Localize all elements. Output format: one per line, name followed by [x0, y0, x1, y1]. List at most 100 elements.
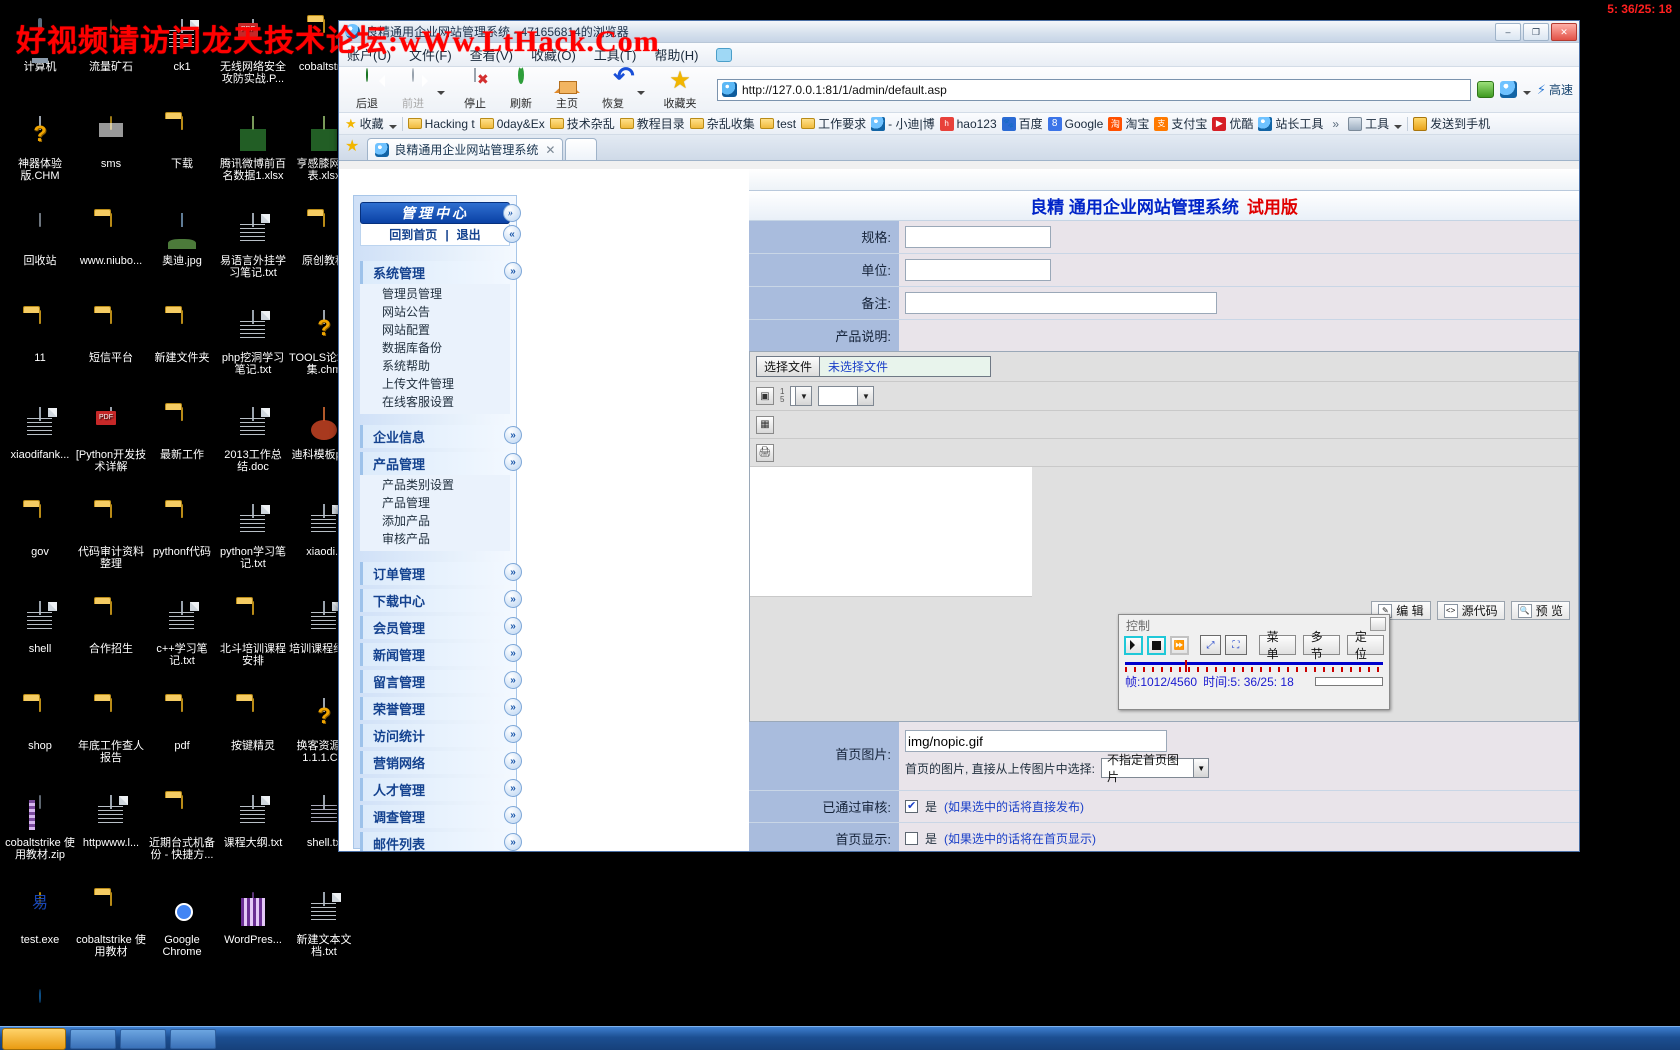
- hispeed-toggle[interactable]: ⚡ 高速: [1537, 81, 1573, 98]
- sidebar-item-product-manage[interactable]: 产品管理: [360, 494, 510, 512]
- desktop-icon[interactable]: 年底工作查人报告: [75, 698, 147, 764]
- fast-forward-button[interactable]: ⏩: [1169, 635, 1189, 655]
- link-webmaster-tools[interactable]: 站长工具: [1258, 115, 1323, 132]
- sidebar-item-product-category[interactable]: 产品类别设置: [360, 476, 510, 494]
- insert-image-icon[interactable]: ▦: [756, 415, 774, 434]
- sidebar-item-db-backup[interactable]: 数据库备份: [360, 339, 510, 357]
- desktop-icon[interactable]: 最新工作: [146, 407, 218, 461]
- desktop-icon[interactable]: 2013工作总结.doc: [217, 407, 289, 473]
- desktop-icon[interactable]: gov: [4, 504, 76, 558]
- desktop-icon[interactable]: xiaodifank...: [4, 407, 76, 461]
- tab-liangjing-cms[interactable]: 良精通用企业网站管理系统 ✕: [367, 138, 564, 160]
- desktop-icon[interactable]: c++学习笔记.txt: [146, 601, 218, 667]
- approved-checkbox[interactable]: [905, 799, 918, 813]
- desktop-icon[interactable]: pythonf代码: [146, 504, 218, 558]
- chevron-down-icon[interactable]: »: [504, 644, 522, 662]
- sidebar-item-marketing[interactable]: 营销网络»: [360, 751, 522, 774]
- sidebar-group-header[interactable]: 企业信息 »: [360, 425, 522, 448]
- link-misc[interactable]: 杂乱收集: [689, 115, 755, 132]
- file-picker[interactable]: 选择文件 未选择文件: [756, 356, 991, 377]
- image-align-icon[interactable]: ▣: [756, 387, 774, 405]
- favorites-button[interactable]: ★ 收藏夹: [653, 68, 707, 111]
- homepic-input[interactable]: [905, 730, 1167, 752]
- url-input[interactable]: http://127.0.0.1:81/1/admin/default.asp: [717, 78, 1471, 101]
- browser-menubar[interactable]: 账户(U) 文件(F) 查看(V) 收藏(O) 工具(T) 帮助(H): [339, 43, 1579, 67]
- sidebar-item-product-add[interactable]: 添加产品: [360, 512, 510, 530]
- print-icon[interactable]: 🖨: [756, 443, 774, 462]
- desktop-icon[interactable]: shell: [4, 601, 76, 655]
- close-icon[interactable]: ✕: [545, 143, 555, 157]
- undo-button[interactable]: 恢复: [591, 69, 635, 111]
- sidebar-item-message[interactable]: 留言管理»: [360, 670, 522, 693]
- home-link[interactable]: 回到首页: [389, 226, 437, 243]
- sidebar-item-online-service[interactable]: 在线客服设置: [360, 393, 510, 411]
- sidebar-item-news[interactable]: 新闻管理»: [360, 643, 522, 666]
- desktop-icon[interactable]: 代码审计资料整理: [75, 504, 147, 570]
- chevron-up-icon[interactable]: «: [503, 225, 521, 243]
- desktop-icon[interactable]: 计算机: [4, 18, 76, 73]
- resize-button[interactable]: ⤢: [1199, 635, 1222, 655]
- link-work[interactable]: 工作要求: [801, 115, 866, 132]
- home-button[interactable]: 主页: [545, 68, 589, 111]
- window-controls[interactable]: – ❐ ✕: [1495, 23, 1577, 41]
- link-tutorials[interactable]: 教程目录: [619, 115, 685, 132]
- chevron-down-icon[interactable]: »: [504, 262, 522, 280]
- desktop-icon[interactable]: shop: [4, 698, 76, 752]
- refresh-button[interactable]: 刷新: [499, 65, 543, 111]
- sidebar-item-talent[interactable]: 人才管理»: [360, 778, 522, 801]
- desktop-icon[interactable]: 回收站: [4, 213, 76, 267]
- sidebar-item-member[interactable]: 会员管理»: [360, 616, 522, 639]
- chevron-down-icon[interactable]: »: [504, 617, 522, 635]
- menu-button[interactable]: 菜单: [1258, 630, 1296, 661]
- tshirt-icon[interactable]: [716, 47, 733, 62]
- link-tools[interactable]: 工具: [1348, 115, 1389, 132]
- link-hacking[interactable]: Hacking t: [407, 117, 475, 131]
- link-google[interactable]: 8 Google: [1047, 116, 1103, 131]
- desktop-icon[interactable]: WordPres...: [217, 892, 289, 946]
- desktop-icon[interactable]: 奥迪.jpg: [146, 213, 218, 267]
- desktop-icon[interactable]: 神器体验版.CHM: [4, 116, 76, 182]
- seek-playhead[interactable]: [1185, 660, 1187, 672]
- locate-button[interactable]: 定位: [1346, 630, 1384, 661]
- desktop-icon[interactable]: php挖洞学习笔记.txt: [217, 310, 289, 376]
- logout-link[interactable]: 退出: [457, 226, 481, 243]
- unit-input[interactable]: [905, 259, 1051, 281]
- desktop-icon[interactable]: 北斗培训课程安排: [217, 601, 289, 667]
- desktop-icon[interactable]: cobaltstrike 使用教材.zip: [4, 795, 76, 861]
- chevron-down-icon[interactable]: »: [504, 833, 522, 851]
- taskbar-item[interactable]: [70, 1028, 116, 1049]
- overflow-icon[interactable]: »: [1332, 117, 1339, 131]
- style-dropdown[interactable]: ▼: [790, 386, 813, 406]
- link-youku[interactable]: ▶ 优酷: [1212, 115, 1253, 132]
- chevron-down-icon[interactable]: »: [504, 453, 522, 471]
- play-button[interactable]: [1124, 635, 1143, 655]
- chevron-down-icon[interactable]: [1522, 91, 1531, 99]
- minimize-icon[interactable]: [1370, 617, 1386, 631]
- history-dropdown[interactable]: [437, 80, 451, 99]
- sidebar-group-header[interactable]: 系统管理 »: [360, 261, 522, 284]
- sidebar-item-honor[interactable]: 荣誉管理»: [360, 697, 522, 720]
- search-engine-icon[interactable]: [1499, 81, 1517, 98]
- menu-file[interactable]: 文件(F): [409, 45, 452, 64]
- sidebar-item-survey[interactable]: 调查管理»: [360, 805, 522, 828]
- remark-input[interactable]: [905, 292, 1217, 314]
- seek-bar[interactable]: [1125, 660, 1383, 672]
- desktop-icon[interactable]: 新建文件夹: [146, 310, 218, 364]
- desktop-icon[interactable]: 按键精灵: [217, 698, 289, 752]
- chevron-down-icon[interactable]: »: [504, 590, 522, 608]
- stop-button[interactable]: 停止: [453, 67, 497, 111]
- sidebar-item-site-notice[interactable]: 网站公告: [360, 303, 510, 321]
- sidebar-item-download[interactable]: 下载中心»: [360, 589, 522, 612]
- star-icon[interactable]: ★: [345, 136, 359, 156]
- desktop-icon[interactable]: python学习笔记.txt: [217, 504, 289, 570]
- chevron-down-icon[interactable]: »: [504, 671, 522, 689]
- sidebar-item-system-help[interactable]: 系统帮助: [360, 357, 510, 375]
- chevron-down-icon[interactable]: »: [503, 204, 521, 222]
- desktop-icon[interactable]: 课程大纲.txt: [217, 795, 289, 849]
- control-panel-buttons[interactable]: ⏩ ⤢ ⛶ 菜单 多节 定位: [1119, 630, 1389, 661]
- desktop-icon[interactable]: Google Chrome: [146, 893, 218, 958]
- desktop-icon[interactable]: test.exe: [4, 892, 76, 946]
- homedisplay-checkbox[interactable]: [905, 832, 918, 845]
- browser-toolbar[interactable]: 后退 前进 停止 刷新 主页 恢复 ★ 收藏夹: [339, 65, 1579, 113]
- address-bar-right[interactable]: ⚡ 高速: [1476, 80, 1573, 99]
